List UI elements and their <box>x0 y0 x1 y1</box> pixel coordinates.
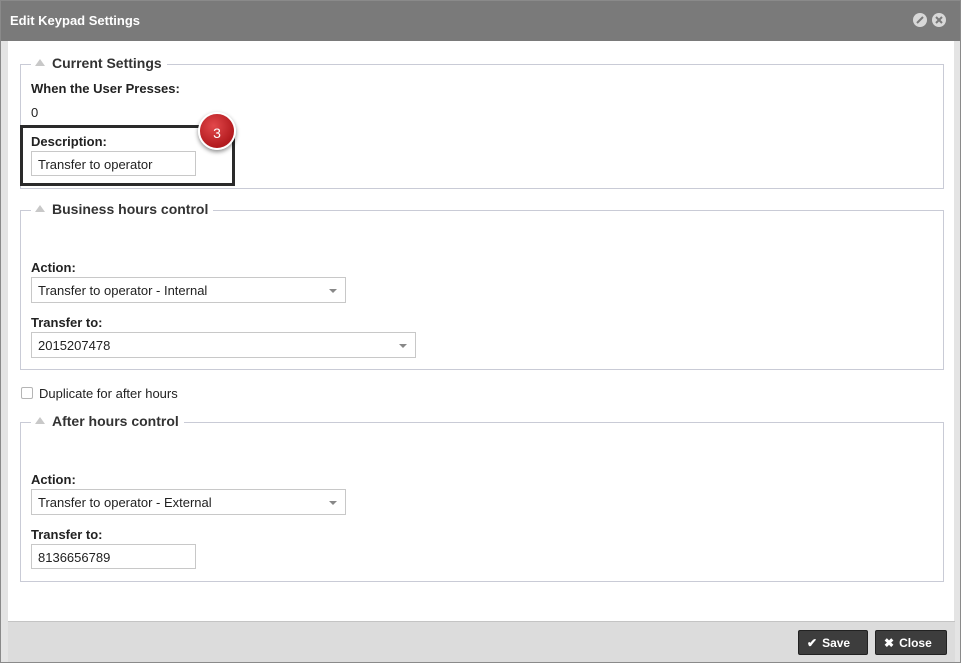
business-hours-legend[interactable]: Business hours control <box>31 201 214 217</box>
after-action-label: Action: <box>31 472 76 487</box>
business-transfer-select[interactable]: 2015207478 <box>31 332 416 358</box>
after-action-value: Transfer to operator - External <box>38 495 212 510</box>
after-transfer-field[interactable]: 8136656789 <box>31 544 196 569</box>
duplicate-after-hours-label[interactable]: Duplicate for after hours <box>39 386 178 401</box>
close-button[interactable]: ✖ Close <box>875 630 947 655</box>
business-transfer-label: Transfer to: <box>31 315 103 330</box>
collapse-triangle-icon <box>35 59 45 66</box>
current-settings-legend[interactable]: Current Settings <box>31 55 167 71</box>
step-number-badge: 3 <box>198 112 236 150</box>
collapse-triangle-icon <box>35 205 45 212</box>
chevron-down-icon <box>399 344 407 348</box>
dialog-left-border <box>1 41 8 662</box>
chevron-down-icon <box>329 501 337 505</box>
after-transfer-label: Transfer to: <box>31 527 103 542</box>
dialog-footer: ✔ Save ✖ Close <box>8 621 955 662</box>
chevron-down-icon <box>329 289 337 293</box>
edit-keypad-dialog: Edit Keypad Settings Current Settings Wh… <box>0 0 961 663</box>
x-icon: ✖ <box>884 636 895 650</box>
business-action-select[interactable]: Transfer to operator - Internal <box>31 277 346 303</box>
duplicate-after-hours-checkbox[interactable] <box>21 387 33 399</box>
business-action-value: Transfer to operator - Internal <box>38 283 208 298</box>
business-action-label: Action: <box>31 260 76 275</box>
business-transfer-value: 2015207478 <box>38 338 111 353</box>
minimize-icon[interactable] <box>913 13 927 27</box>
presses-label: When the User Presses: <box>31 81 180 96</box>
after-hours-legend[interactable]: After hours control <box>31 413 184 429</box>
save-button[interactable]: ✔ Save <box>798 630 868 655</box>
collapse-triangle-icon <box>35 417 45 424</box>
checkmark-icon: ✔ <box>807 636 818 650</box>
presses-value: 0 <box>31 105 39 120</box>
dialog-right-border <box>954 41 960 662</box>
close-icon[interactable] <box>932 13 946 27</box>
after-action-select[interactable]: Transfer to operator - External <box>31 489 346 515</box>
dialog-title: Edit Keypad Settings <box>10 13 141 28</box>
dialog-titlebar[interactable]: Edit Keypad Settings <box>1 1 960 41</box>
